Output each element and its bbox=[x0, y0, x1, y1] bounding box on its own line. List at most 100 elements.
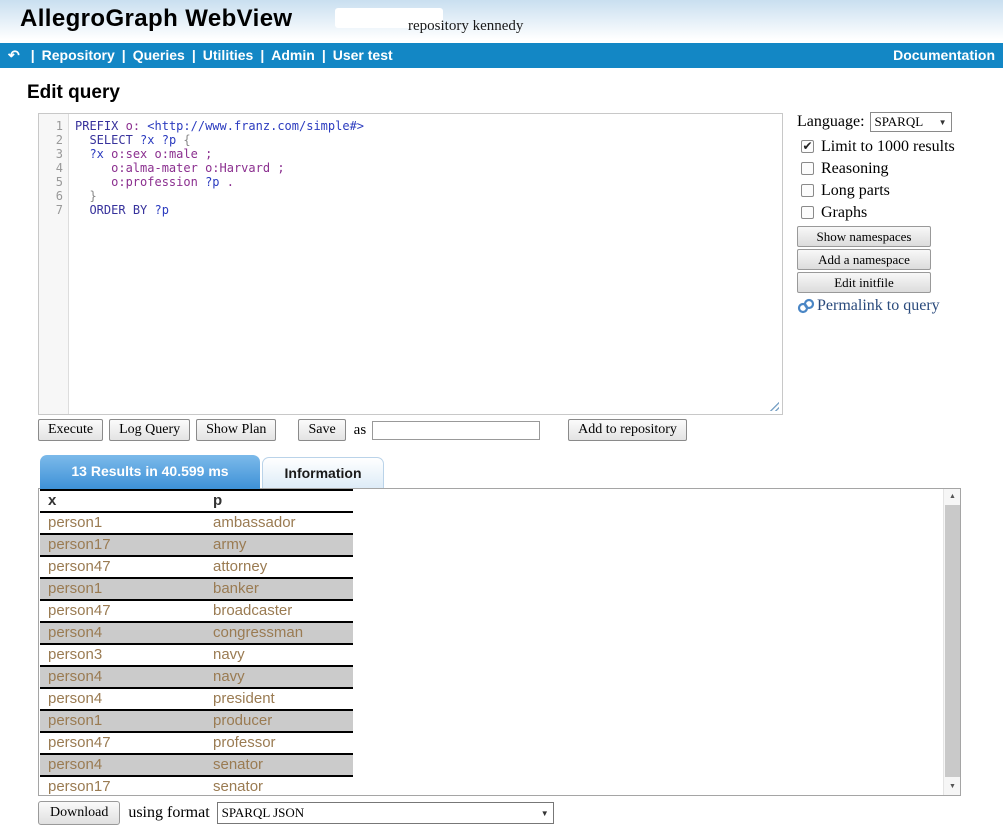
editor-resize-handle[interactable] bbox=[768, 400, 779, 411]
checkbox-limit-to-1000-results[interactable]: ✔ bbox=[801, 140, 814, 153]
nav-item-queries[interactable]: Queries bbox=[133, 47, 185, 63]
table-row: person47attorney bbox=[40, 556, 353, 578]
cell-x[interactable]: person17 bbox=[40, 776, 205, 796]
chevron-down-icon: ▼ bbox=[541, 809, 549, 818]
cell-p[interactable]: president bbox=[205, 688, 353, 710]
cell-x[interactable]: person4 bbox=[40, 666, 205, 688]
checkbox-label: Long parts bbox=[821, 182, 890, 200]
checkbox-label: Graphs bbox=[821, 204, 867, 222]
language-row: Language: SPARQL ▼ bbox=[797, 112, 1003, 132]
checkbox-row-limit-to-1000-results: ✔ Limit to 1000 results bbox=[801, 137, 1003, 156]
editor-line-numbers: 1234567 bbox=[39, 114, 69, 414]
download-button[interactable]: Download bbox=[38, 801, 120, 825]
cell-p[interactable]: professor bbox=[205, 732, 353, 754]
checkbox-reasoning[interactable] bbox=[801, 162, 814, 175]
cell-p[interactable]: army bbox=[205, 534, 353, 556]
language-select[interactable]: SPARQL ▼ bbox=[870, 112, 952, 132]
table-row: person17senator bbox=[40, 776, 353, 796]
tab-information[interactable]: Information bbox=[262, 457, 384, 489]
save-as-label: as bbox=[354, 422, 367, 439]
back-arrow-icon[interactable]: ↶ bbox=[8, 47, 20, 63]
cell-p[interactable]: congressman bbox=[205, 622, 353, 644]
cell-p[interactable]: ambassador bbox=[205, 512, 353, 534]
cell-p[interactable]: producer bbox=[205, 710, 353, 732]
table-row: person1producer bbox=[40, 710, 353, 732]
line-number: 5 bbox=[39, 175, 63, 189]
nav-link-documentation[interactable]: Documentation bbox=[893, 43, 995, 68]
side-buttons: Show namespacesAdd a namespaceEdit initf… bbox=[797, 226, 1003, 293]
table-row: person1banker bbox=[40, 578, 353, 600]
scroll-down-icon[interactable]: ▼ bbox=[944, 779, 961, 795]
scroll-up-icon[interactable]: ▲ bbox=[944, 489, 961, 505]
cell-x[interactable]: person4 bbox=[40, 688, 205, 710]
edit-initfile-button[interactable]: Edit initfile bbox=[797, 272, 931, 293]
show-namespaces-button[interactable]: Show namespaces bbox=[797, 226, 931, 247]
column-header-p[interactable]: p bbox=[205, 490, 353, 512]
cell-x[interactable]: person47 bbox=[40, 600, 205, 622]
cell-x[interactable]: person17 bbox=[40, 534, 205, 556]
cell-p[interactable]: banker bbox=[205, 578, 353, 600]
checkbox-label: Limit to 1000 results bbox=[821, 138, 955, 156]
nav-separator: | bbox=[192, 47, 196, 63]
cell-x[interactable]: person3 bbox=[40, 644, 205, 666]
nav-separator: | bbox=[122, 47, 126, 63]
checkbox-long-parts[interactable] bbox=[801, 184, 814, 197]
query-editor[interactable]: 1234567 PREFIX o: <http://www.franz.com/… bbox=[38, 113, 783, 415]
table-row: person4congressman bbox=[40, 622, 353, 644]
save-button[interactable]: Save bbox=[298, 419, 345, 441]
nav-item-admin[interactable]: Admin bbox=[271, 47, 315, 63]
checkbox-graphs[interactable] bbox=[801, 206, 814, 219]
cell-x[interactable]: person4 bbox=[40, 622, 205, 644]
main-nav: ↶|Repository|Queries|Utilities|Admin|Use… bbox=[0, 43, 1003, 68]
cell-x[interactable]: person47 bbox=[40, 556, 205, 578]
add-a-namespace-button[interactable]: Add a namespace bbox=[797, 249, 931, 270]
results-tbody: person1ambassadorperson17armyperson47att… bbox=[40, 512, 353, 796]
line-number: 3 bbox=[39, 147, 63, 161]
log-query-button[interactable]: Log Query bbox=[109, 419, 190, 441]
cell-x[interactable]: person47 bbox=[40, 732, 205, 754]
tab-results[interactable]: 13 Results in 40.599 ms bbox=[40, 455, 260, 489]
scrollbar-thumb[interactable] bbox=[945, 505, 960, 777]
table-row: person17army bbox=[40, 534, 353, 556]
nav-item-repository[interactable]: Repository bbox=[42, 47, 115, 63]
nav-item-user-test[interactable]: User test bbox=[333, 47, 393, 63]
app-title: AllegroGraph WebView bbox=[20, 5, 293, 33]
cell-x[interactable]: person1 bbox=[40, 578, 205, 600]
page: AllegroGraph WebView repository kennedy … bbox=[0, 0, 1003, 831]
table-row: person1ambassador bbox=[40, 512, 353, 534]
cell-p[interactable]: senator bbox=[205, 754, 353, 776]
nav-separator: | bbox=[322, 47, 326, 63]
editor-code[interactable]: PREFIX o: <http://www.franz.com/simple#>… bbox=[69, 114, 364, 414]
action-row: Execute Log Query Show Plan Save as Add … bbox=[38, 418, 687, 442]
link-icon bbox=[797, 298, 815, 314]
save-as-input[interactable] bbox=[372, 421, 540, 440]
cell-x[interactable]: person4 bbox=[40, 754, 205, 776]
checkbox-row-long-parts: Long parts bbox=[801, 181, 1003, 200]
nav-item-utilities[interactable]: Utilities bbox=[203, 47, 254, 63]
results-scrollbar[interactable]: ▲ ▼ bbox=[943, 489, 960, 795]
execute-button[interactable]: Execute bbox=[38, 419, 103, 441]
cell-p[interactable]: attorney bbox=[205, 556, 353, 578]
cell-p[interactable]: senator bbox=[205, 776, 353, 796]
nav-items: ↶|Repository|Queries|Utilities|Admin|Use… bbox=[8, 43, 393, 68]
cell-p[interactable]: navy bbox=[205, 644, 353, 666]
checkbox-row-reasoning: Reasoning bbox=[801, 159, 1003, 178]
cell-p[interactable]: navy bbox=[205, 666, 353, 688]
download-row: Download using format SPARQL JSON ▼ bbox=[38, 801, 554, 825]
line-number: 1 bbox=[39, 119, 63, 133]
code-line: o:alma-mater o:Harvard ; bbox=[75, 161, 364, 175]
cell-x[interactable]: person1 bbox=[40, 512, 205, 534]
repository-label: repository kennedy bbox=[408, 18, 523, 35]
chevron-down-icon: ▼ bbox=[939, 118, 947, 127]
show-plan-button[interactable]: Show Plan bbox=[196, 419, 276, 441]
permalink-link[interactable]: Permalink to query bbox=[797, 297, 1003, 315]
table-row: person4navy bbox=[40, 666, 353, 688]
cell-x[interactable]: person1 bbox=[40, 710, 205, 732]
format-select[interactable]: SPARQL JSON ▼ bbox=[217, 802, 554, 824]
cell-p[interactable]: broadcaster bbox=[205, 600, 353, 622]
app-header: AllegroGraph WebView repository kennedy bbox=[0, 0, 1003, 43]
code-line: SELECT ?x ?p { bbox=[75, 133, 364, 147]
add-to-repository-button[interactable]: Add to repository bbox=[568, 419, 687, 441]
line-number: 2 bbox=[39, 133, 63, 147]
column-header-x[interactable]: x bbox=[40, 490, 205, 512]
